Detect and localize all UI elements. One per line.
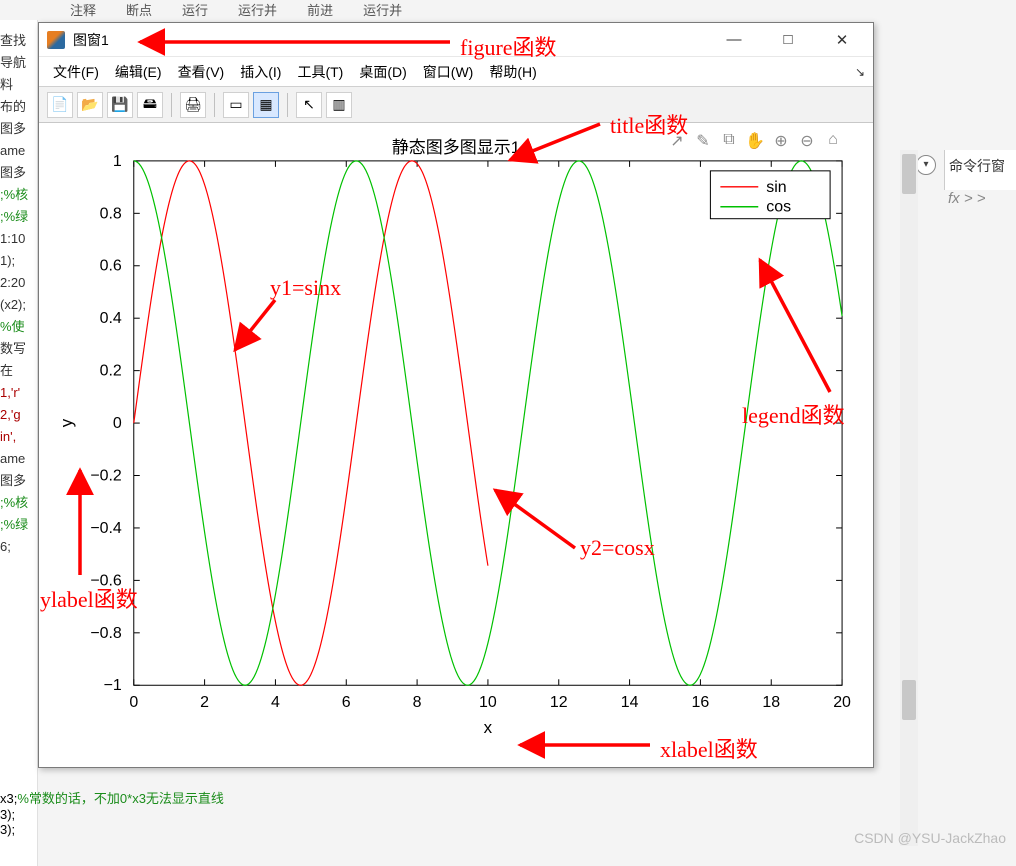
svg-text:−0.6: −0.6	[90, 572, 122, 589]
menu-file[interactable]: 文件(F)	[47, 59, 105, 85]
svg-text:0.2: 0.2	[100, 363, 122, 380]
command-prompt[interactable]: fx > >	[944, 190, 1016, 207]
scrollbar[interactable]	[900, 150, 918, 846]
window-title: 图窗1	[73, 30, 109, 50]
svg-text:16: 16	[692, 694, 710, 711]
save-all-icon[interactable]: 🖴	[137, 92, 163, 118]
menu-tools[interactable]: 工具(T)	[291, 59, 349, 85]
svg-text:0.8: 0.8	[100, 205, 122, 222]
menu-desktop[interactable]: 桌面(D)	[353, 59, 412, 85]
arrow-icon[interactable]: ↖	[296, 92, 322, 118]
dock-icon[interactable]: ↘	[855, 65, 865, 79]
svg-text:1: 1	[113, 153, 122, 170]
plot-area: 静态图多图显示1 ↗ ✎ ⧉ ✋ ⊕ ⊖ ⌂ 02468101214161820…	[39, 125, 873, 767]
save-icon[interactable]: 💾	[107, 92, 133, 118]
svg-text:4: 4	[271, 694, 280, 711]
svg-text:8: 8	[413, 694, 422, 711]
toolbar: 📄 📂 💾 🖴 🖨 ▭ ▦ ↖ ▥	[39, 87, 873, 123]
svg-text:0: 0	[113, 415, 122, 432]
dropdown-caret-icon[interactable]: ▾	[916, 155, 936, 175]
titlebar: 图窗1 — □ ✕	[39, 23, 873, 57]
svg-text:20: 20	[833, 694, 851, 711]
svg-text:2: 2	[200, 694, 209, 711]
svg-text:10: 10	[479, 694, 497, 711]
menu-view[interactable]: 查看(V)	[172, 59, 231, 85]
svg-text:−0.2: −0.2	[90, 467, 122, 484]
print-icon[interactable]: 🖨	[180, 92, 206, 118]
svg-text:−0.8: −0.8	[90, 625, 122, 642]
chart-svg: 0 2 4 6 8 10 12 14 16 18 20 −1 −0.8 −0.6 −0.4 −0.2 0 0.2 0…	[39, 125, 873, 767]
editor-gutter: 查找导航料布的图多ame图多;%核;%绿1:101);2:20(x2);%使数写…	[0, 20, 38, 866]
close-button[interactable]: ✕	[819, 25, 865, 55]
menu-edit[interactable]: 编辑(E)	[109, 59, 168, 85]
menubar: 文件(F) 编辑(E) 查看(V) 插入(I) 工具(T) 桌面(D) 窗口(W…	[39, 57, 873, 87]
svg-text:18: 18	[762, 694, 780, 711]
matlab-icon	[47, 31, 65, 49]
menu-window[interactable]: 窗口(W)	[417, 59, 480, 85]
svg-text:12: 12	[550, 694, 568, 711]
colorbar-icon[interactable]: ▥	[326, 92, 352, 118]
brush-icon[interactable]: ▦	[253, 92, 279, 118]
svg-text:−0.4: −0.4	[90, 520, 122, 537]
svg-text:x: x	[484, 718, 493, 737]
command-window-header: 命令行窗	[944, 150, 1016, 190]
svg-text:y: y	[57, 418, 76, 427]
ide-ribbon: 注释断点 运行运行并 前进运行并	[0, 0, 1016, 20]
figure-window: 图窗1 — □ ✕ 文件(F) 编辑(E) 查看(V) 插入(I) 工具(T) …	[38, 22, 874, 768]
svg-text:14: 14	[621, 694, 639, 711]
maximize-button[interactable]: □	[765, 25, 811, 55]
menu-insert[interactable]: 插入(I)	[234, 59, 287, 85]
minimize-button[interactable]: —	[711, 25, 757, 55]
code-line: x3;%常数的话，不加0*x3无法显示直线 3); 3);	[0, 788, 360, 837]
svg-text:0: 0	[129, 694, 138, 711]
svg-text:0.4: 0.4	[100, 310, 122, 327]
svg-text:0.6: 0.6	[100, 258, 122, 275]
svg-text:−1: −1	[104, 677, 122, 694]
watermark: CSDN @YSU-JackZhao	[854, 830, 1006, 846]
open-icon[interactable]: 📂	[77, 92, 103, 118]
data-cursor-icon[interactable]: ▭	[223, 92, 249, 118]
svg-text:6: 6	[342, 694, 351, 711]
svg-text:sin: sin	[766, 179, 786, 196]
menu-help[interactable]: 帮助(H)	[483, 59, 542, 85]
svg-text:cos: cos	[766, 199, 791, 216]
new-file-icon[interactable]: 📄	[47, 92, 73, 118]
